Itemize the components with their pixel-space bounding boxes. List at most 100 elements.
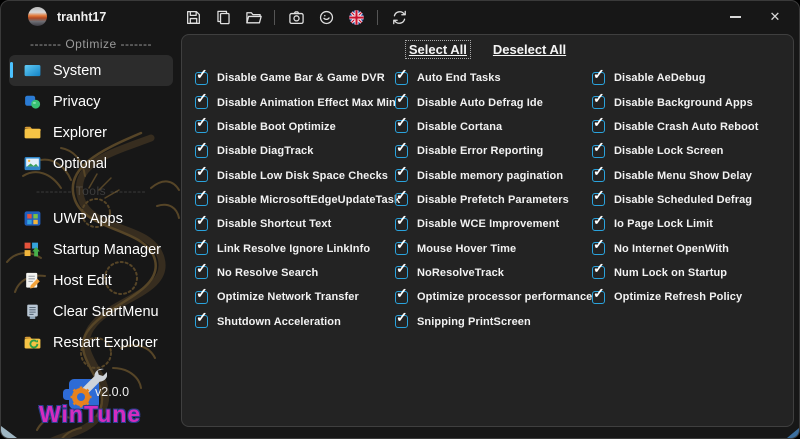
checkbox-item[interactable]: ✓ Io Page Lock Limit <box>592 212 759 236</box>
checkbox-item[interactable]: ✓ Disable Low Disk Space Checks <box>195 163 400 187</box>
checkbox[interactable]: ✓ <box>195 90 208 110</box>
checkbox-item[interactable]: ✓ Link Resolve Ignore LinkInfo <box>195 236 400 260</box>
checkbox[interactable]: ✓ <box>592 236 605 256</box>
checkbox-item[interactable]: ✓ Optimize processor performance <box>395 285 592 309</box>
refresh-icon <box>392 10 406 24</box>
checkbox-label: Disable Lock Screen <box>614 145 724 158</box>
copy-button[interactable] <box>211 5 235 29</box>
screenshot-button[interactable] <box>284 5 308 29</box>
sidebar-item-startup-manager[interactable]: Startup Manager <box>9 234 173 265</box>
checkbox-item[interactable]: ✓ Shutdown Acceleration <box>195 309 400 333</box>
checkbox-item[interactable]: ✓ No Internet OpenWith <box>592 236 759 260</box>
checkbox[interactable]: ✓ <box>592 139 605 158</box>
checkbox-item[interactable]: ✓ Auto End Tasks <box>395 66 592 90</box>
checkbox-item[interactable]: ✓ Disable MicrosoftEdgeUpdateTask <box>195 187 400 212</box>
sidebar-item-label: Explorer <box>53 124 107 141</box>
checkbox[interactable]: ✓ <box>592 285 605 304</box>
checkbox[interactable]: ✓ <box>195 66 208 85</box>
checkbox[interactable]: ✓ <box>195 236 208 256</box>
checkbox-item[interactable]: ✓ Disable Menu Show Delay <box>592 163 759 187</box>
checkbox-item[interactable]: ✓ Mouse Hover Time <box>395 236 592 260</box>
checkbox[interactable]: ✓ <box>395 114 408 134</box>
checkbox-item[interactable]: ✓ Disable AeDebug <box>592 66 759 90</box>
checkbox[interactable]: ✓ <box>395 187 408 207</box>
checkbox[interactable]: ✓ <box>395 66 408 85</box>
checkbox-item[interactable]: ✓ Disable DiagTrack <box>195 139 400 163</box>
select-all-link[interactable]: Select All <box>404 40 471 59</box>
theme-icon <box>319 10 333 24</box>
checkbox-item[interactable]: ✓ Disable Scheduled Defrag <box>592 187 759 212</box>
checkbox-label: No Internet OpenWith <box>614 242 729 255</box>
checkbox-item[interactable]: ✓ Optimize Network Transfer <box>195 285 400 309</box>
titlebar: tranht17 ✕ <box>1 1 799 33</box>
sidebar-item-restart-explorer[interactable]: Restart Explorer <box>9 327 173 358</box>
checkmark-icon: ✓ <box>196 260 208 277</box>
checkbox-item[interactable]: ✓ Disable Boot Optimize <box>195 114 400 139</box>
checkbox-item[interactable]: ✓ Disable Game Bar & Game DVR <box>195 66 400 90</box>
checkbox-item[interactable]: ✓ No Resolve Search <box>195 260 400 285</box>
sidebar-item-label: System <box>53 62 102 79</box>
checkbox-item[interactable]: ✓ Disable Auto Defrag Ide <box>395 90 592 114</box>
sidebar-item-system[interactable]: System <box>9 55 173 86</box>
checkbox-item[interactable]: ✓ Optimize Refresh Policy <box>592 285 759 309</box>
privacy-icon <box>22 92 42 112</box>
minimize-button[interactable] <box>715 1 755 33</box>
clear-startmenu-icon <box>22 302 42 322</box>
explorer-folder-icon <box>22 123 42 143</box>
checkmark-icon: ✓ <box>196 114 208 131</box>
open-folder-button[interactable] <box>241 5 265 29</box>
sidebar-item-optional[interactable]: Optional <box>9 148 173 179</box>
checkbox-item[interactable]: ✓ NoResolveTrack <box>395 260 592 285</box>
checkbox-item[interactable]: ✓ Disable WCE Improvement <box>395 212 592 236</box>
checkbox-item[interactable]: ✓ Disable Prefetch Parameters <box>395 187 592 212</box>
checkbox[interactable]: ✓ <box>195 285 208 304</box>
checkbox-item[interactable]: ✓ Disable memory pagination <box>395 163 592 187</box>
checkbox[interactable]: ✓ <box>195 139 208 158</box>
checkbox[interactable]: ✓ <box>395 309 408 329</box>
close-button[interactable]: ✕ <box>755 1 795 33</box>
checkbox[interactable]: ✓ <box>592 66 605 85</box>
checkbox[interactable]: ✓ <box>395 90 408 110</box>
checkbox[interactable]: ✓ <box>195 114 208 134</box>
checkbox[interactable]: ✓ <box>592 114 605 134</box>
refresh-button[interactable] <box>387 5 411 29</box>
checkbox[interactable]: ✓ <box>395 163 408 183</box>
checkbox[interactable]: ✓ <box>592 212 605 231</box>
checkbox[interactable]: ✓ <box>195 309 208 329</box>
sidebar-item-privacy[interactable]: Privacy <box>9 86 173 117</box>
theme-button[interactable] <box>314 5 338 29</box>
checkbox[interactable]: ✓ <box>195 187 208 207</box>
sidebar-item-host-edit[interactable]: Host Edit <box>9 265 173 296</box>
sidebar: ------- Optimize ------- System Privacy Exp… <box>1 33 181 438</box>
uk-flag-button[interactable] <box>344 5 368 29</box>
checkbox[interactable]: ✓ <box>395 139 408 158</box>
checkbox[interactable]: ✓ <box>395 236 408 256</box>
checkbox-item[interactable]: ✓ Disable Lock Screen <box>592 139 759 163</box>
checkbox-label: Disable memory pagination <box>417 169 564 182</box>
checkbox[interactable]: ✓ <box>592 260 605 280</box>
checkbox[interactable]: ✓ <box>395 285 408 304</box>
checkbox[interactable]: ✓ <box>395 212 408 231</box>
checkmark-icon: ✓ <box>196 138 208 155</box>
checkbox[interactable]: ✓ <box>195 163 208 183</box>
sidebar-item-explorer[interactable]: Explorer <box>9 117 173 148</box>
checkbox[interactable]: ✓ <box>592 90 605 110</box>
checkbox[interactable]: ✓ <box>395 260 408 280</box>
checkbox-item[interactable]: ✓ Snipping PrintScreen <box>395 309 592 333</box>
checkbox-item[interactable]: ✓ Disable Background Apps <box>592 90 759 114</box>
checkbox[interactable]: ✓ <box>592 163 605 183</box>
checkbox-item[interactable]: ✓ Disable Crash Auto Reboot <box>592 114 759 139</box>
save-button[interactable] <box>181 5 205 29</box>
checkbox-item[interactable]: ✓ Num Lock on Startup <box>592 260 759 285</box>
checkbox[interactable]: ✓ <box>592 187 605 207</box>
checkbox-item[interactable]: ✓ Disable Shortcut Text <box>195 212 400 236</box>
checkbox[interactable]: ✓ <box>195 212 208 231</box>
deselect-all-link[interactable]: Deselect All <box>490 41 569 58</box>
checkbox[interactable]: ✓ <box>195 260 208 280</box>
sidebar-item-uwp-apps[interactable]: UWP Apps <box>9 203 173 234</box>
checkmark-icon: ✓ <box>396 236 408 253</box>
checkbox-item[interactable]: ✓ Disable Error Reporting <box>395 139 592 163</box>
sidebar-item-clear-startmenu[interactable]: Clear StartMenu <box>9 296 173 327</box>
checkbox-item[interactable]: ✓ Disable Animation Effect Max Min <box>195 90 400 114</box>
checkbox-item[interactable]: ✓ Disable Cortana <box>395 114 592 139</box>
